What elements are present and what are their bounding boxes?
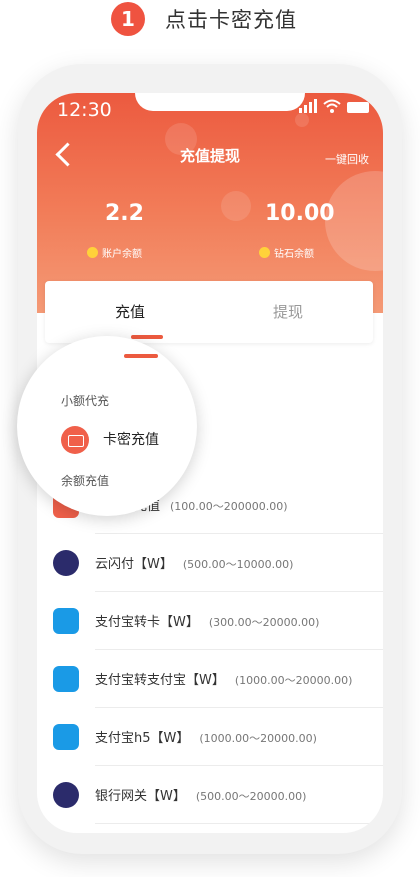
divider xyxy=(95,823,383,824)
recycle-button[interactable]: 一键回收 xyxy=(325,151,369,167)
signal-icon xyxy=(299,99,317,113)
payment-label: 银行网关【W】 (500.00～20000.00) xyxy=(95,789,307,804)
tab-active-indicator xyxy=(124,354,158,358)
step-title: 点击卡密充值 xyxy=(165,8,297,32)
card-recharge-button[interactable]: 卡密充值 xyxy=(103,429,159,449)
payment-label: 支付宝h5【W】 (1000.00～20000.00) xyxy=(95,731,317,746)
alipay-icon xyxy=(53,666,79,692)
phone-notch xyxy=(135,93,305,111)
payment-row-alipay-to-alipay[interactable]: 支付宝转支付宝【W】 (1000.00～20000.00) xyxy=(37,650,383,708)
payment-row-alipay-h5[interactable]: 支付宝h5【W】 (1000.00～20000.00) xyxy=(37,708,383,766)
alipay-icon xyxy=(53,724,79,750)
account-balance-label: 账户余额 xyxy=(87,245,142,260)
alipay-icon xyxy=(53,608,79,634)
status-icons xyxy=(299,99,369,113)
payment-label: 支付宝转支付宝【W】 (1000.00～20000.00) xyxy=(95,673,353,688)
tab-withdraw[interactable]: 提现 xyxy=(273,301,303,322)
diamond-balance-value: 10.00 xyxy=(265,201,335,226)
account-balance-value: 2.2 xyxy=(105,201,144,226)
step-number-badge: 1 xyxy=(111,2,145,36)
unionpay-icon xyxy=(53,550,79,576)
balance-recharge-section-label: 余额充值 xyxy=(61,474,110,488)
payment-row-bank-gateway[interactable]: 银行网关【W】 (500.00～20000.00) xyxy=(37,766,383,824)
card-recharge-icon[interactable] xyxy=(61,426,89,454)
battery-icon xyxy=(347,102,369,113)
payment-label: 支付宝转卡【W】 (300.00～20000.00) xyxy=(95,615,320,630)
payment-label: 云闪付【W】 (500.00～10000.00) xyxy=(95,557,294,572)
tab-recharge[interactable]: 充值 xyxy=(115,301,145,322)
payment-row-unionpay[interactable]: 云闪付【W】 (500.00～10000.00) xyxy=(37,534,383,592)
payment-row-alipay-to-card[interactable]: 支付宝转卡【W】 (300.00～20000.00) xyxy=(37,592,383,650)
coin-icon xyxy=(259,247,270,258)
tab-active-indicator xyxy=(131,335,163,339)
small-recharge-section-label: 小额代充 xyxy=(61,394,110,408)
header: 12:30 充值提现 一键回收 2.2 账户余额 10.00 钻石余额 xyxy=(37,93,383,313)
magnifier-callout: 小额代充 卡密充值 余额充值 xyxy=(17,336,197,516)
decor-bubble xyxy=(295,113,309,127)
tab-bar: 充值 提现 xyxy=(45,281,373,343)
unionpay-icon xyxy=(53,782,79,808)
wifi-icon xyxy=(323,99,341,113)
decor-bubble xyxy=(221,191,251,221)
diamond-balance-label: 钻石余额 xyxy=(259,245,314,260)
status-time: 12:30 xyxy=(57,99,112,121)
coin-icon xyxy=(87,247,98,258)
